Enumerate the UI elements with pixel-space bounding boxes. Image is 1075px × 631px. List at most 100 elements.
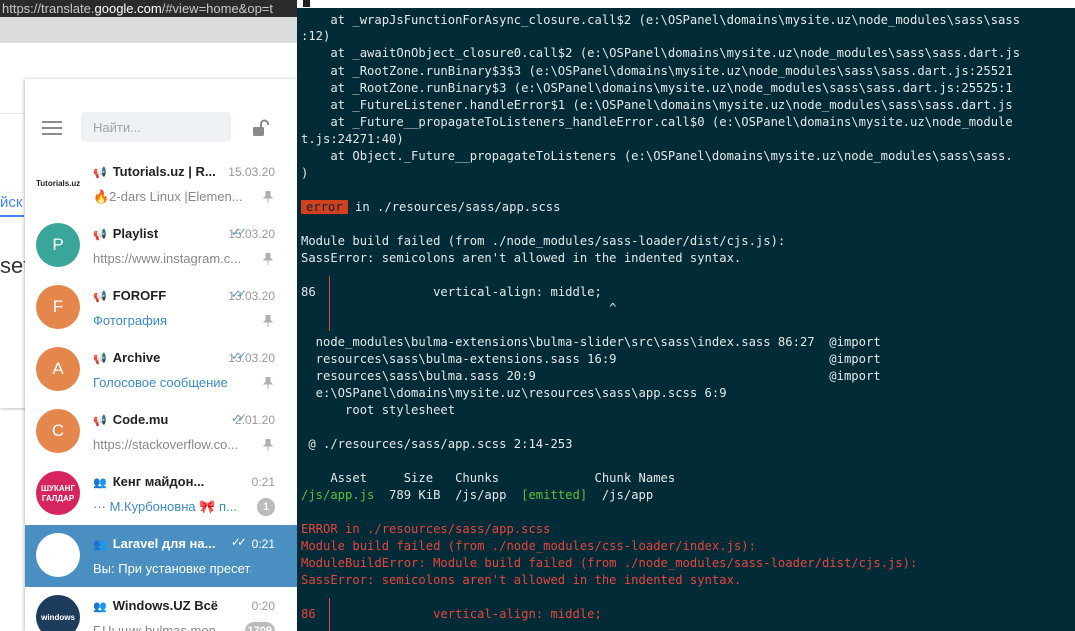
- trace-line: node_modules\bulma-extensions\bulma-slid…: [301, 335, 881, 349]
- chat-avatar: windows: [36, 595, 80, 631]
- chat-avatar: A: [36, 347, 80, 391]
- address-bar[interactable]: https://translate.google.com/#view=home&…: [0, 0, 302, 17]
- chat-name: 📢 Playlist: [93, 226, 221, 241]
- chat-preview: Голосовое сообщение: [93, 375, 228, 390]
- console-line: at Object._Future__propagateToListeners …: [301, 149, 1013, 163]
- telegram-window: Tutorials.uz 📢 Tutorials.uz | R... 15.03.20…: [25, 79, 297, 631]
- emitted-flag: [emitted]: [521, 488, 588, 502]
- chat-time: 0:20: [251, 599, 275, 613]
- console-line: at _RootZone.runBinary$3$3 (e:\OSPanel\d…: [301, 64, 1013, 78]
- chat-name-text: Laravel для на...: [112, 536, 216, 551]
- search-input[interactable]: [81, 112, 231, 142]
- chat-avatar: Tutorials.uz: [36, 161, 80, 205]
- console-line: @ ./resources/sass/app.scss 2:14-253: [301, 437, 573, 451]
- trace-line: e:\OSPanel\domains\mysite.uz\resources\s…: [301, 386, 727, 400]
- chat-name-text: Code.mu: [112, 412, 169, 427]
- chat-name-text: Tutorials.uz | R...: [112, 164, 216, 179]
- console-line: :12): [301, 29, 331, 43]
- console-line: SassError: semicolons aren't allowed in …: [301, 251, 742, 265]
- chat-time: 2.01.20: [234, 413, 275, 427]
- terminal-titlebar: [297, 0, 1075, 8]
- chat-item[interactable]: F 📢 FOROFF ✓✓ 13.03.20 Фотография: [25, 277, 297, 339]
- megaphone-icon: 📢: [93, 291, 107, 303]
- chat-avatar: ШУКАНГ ГАЛДАР: [36, 471, 80, 515]
- megaphone-icon: 📢: [93, 415, 107, 427]
- chat-time: 15.03.20: [228, 165, 275, 179]
- telegram-header: [25, 79, 297, 153]
- chat-name: 📢 Code.mu: [93, 412, 221, 427]
- chat-item[interactable]: P 📢 Playlist ✓✓ 15.03.20 https://www.instagra…: [25, 215, 297, 277]
- pin-icon: [263, 439, 273, 451]
- avatar-logo-text: Tutorials.uz: [36, 178, 80, 188]
- group-icon: 👥: [93, 477, 107, 489]
- megaphone-icon: 📢: [93, 229, 107, 241]
- console-line: Module build failed (from ./node_modules…: [301, 234, 786, 248]
- red-error-line: Module build failed (from ./node_modules…: [301, 539, 756, 553]
- asset-name: /js/app.js: [301, 488, 375, 502]
- red-error-line: SassError: semicolons aren't allowed in …: [301, 573, 742, 587]
- chat-preview: Вы: При установке пресета ...: [93, 561, 251, 576]
- chat-name-text: Playlist: [112, 226, 159, 241]
- chat-name: 👥 Кенг майдон...: [93, 474, 221, 489]
- chat-item[interactable]: windows 👥 Windows.UZ Всё д... 0:20 Г.Цыцик b…: [25, 587, 297, 631]
- chat-item[interactable]: Tutorials.uz 📢 Tutorials.uz | R... 15.03.20…: [25, 153, 297, 215]
- unread-badge: 1709: [244, 622, 275, 631]
- error-file: in ./resources/sass/app.scss: [347, 200, 561, 214]
- chat-preview: Фотография: [93, 313, 168, 328]
- group-icon: 👥: [93, 539, 107, 551]
- chunk-name: /js/app: [587, 488, 654, 502]
- trace-line: resources\sass\bulma-extensions.sass 16:…: [301, 352, 881, 366]
- chat-name-text: FOROFF: [112, 288, 167, 303]
- console-line: t.js:24271:40): [301, 132, 404, 146]
- chat-preview: Г.Цыцик bulmas mon...: [93, 623, 227, 631]
- language-tab-fragment[interactable]: йск: [0, 193, 22, 213]
- chat-name: 📢 FOROFF: [93, 288, 221, 303]
- console-line: at _FutureListener.handleError$1 (e:\OSP…: [301, 98, 1013, 112]
- error-line: error in ./resources/sass/app.scss: [301, 199, 560, 215]
- chat-item[interactable]: ШУКАНГ ГАЛДАР 👥 Кенг майдон... 0:21 ··· М.Ку…: [25, 463, 297, 525]
- pin-icon: [263, 253, 273, 265]
- chat-name-text: Кенг майдон...: [112, 474, 205, 489]
- asset-row: /js/app.js 789 KiB /js/app [emitted] /js…: [301, 487, 653, 503]
- chat-name: 📢 Archive: [93, 350, 221, 365]
- megaphone-icon: 📢: [93, 353, 107, 365]
- chat-preview: https://www.instagram.c...: [93, 251, 242, 266]
- unread-badge: 1: [257, 498, 275, 516]
- asset-details: 789 KiB /js/app: [374, 488, 522, 502]
- chat-name: 📢 Tutorials.uz | R...: [93, 164, 221, 179]
- chat-name: 👥 Laravel для на...: [93, 536, 221, 551]
- red-error-line: ModuleBuildError: Module build failed (f…: [301, 556, 918, 570]
- lock-open-icon[interactable]: [251, 119, 269, 137]
- chat-name: 👥 Windows.UZ Всё д...: [93, 598, 221, 613]
- code-line: vertical-align: middle;: [301, 607, 602, 621]
- console-line: at _wrapJsFunctionForAsync_closure.call$…: [301, 13, 1021, 27]
- chat-name-text: Archive: [112, 350, 161, 365]
- megaphone-icon: 📢: [93, 167, 107, 179]
- chat-time: 0:21: [251, 475, 275, 489]
- console-line: at _RootZone.runBinary$3 (e:\OSPanel\dom…: [301, 81, 1013, 95]
- chat-item[interactable]: C 📢 Code.mu ✓✓ 2.01.20 https://stackoverflow.…: [25, 401, 297, 463]
- chat-time: 15.03.20: [228, 227, 275, 241]
- trace-line: root stylesheet: [301, 403, 456, 417]
- group-icon: 👥: [93, 601, 107, 613]
- avatar-logo-text: ШУКАНГ ГАЛДАР: [41, 483, 75, 503]
- translate-card: [0, 193, 26, 408]
- hamburger-menu-icon[interactable]: [42, 121, 62, 135]
- chat-time: 13.03.20: [228, 351, 275, 365]
- chat-avatar: L: [36, 533, 80, 577]
- console-line: ): [301, 166, 309, 180]
- chat-item[interactable]: A 📢 Archive ✓✓ 13.03.20 Голосовое сообщение: [25, 339, 297, 401]
- chat-avatar: F: [36, 285, 80, 329]
- chat-preview: 🔥2-dars Linux |Elemen...: [93, 189, 243, 204]
- red-error-line: ERROR in ./resources/sass/app.scss: [301, 522, 551, 536]
- chat-avatar: C: [36, 409, 80, 453]
- error-tag: error: [301, 200, 348, 214]
- chat-name-text: Windows.UZ Всё д...: [112, 598, 221, 613]
- pin-icon: [263, 191, 273, 203]
- chat-item[interactable]: L 👥 Laravel для на... ✓✓ 0:21 Вы: При установ…: [25, 525, 297, 587]
- chat-time: 0:21: [251, 537, 275, 551]
- cmd-icon: [303, 0, 310, 7]
- double-check-icon: ✓✓: [230, 535, 247, 549]
- pin-icon: [263, 377, 273, 389]
- chat-time: 13.03.20: [228, 289, 275, 303]
